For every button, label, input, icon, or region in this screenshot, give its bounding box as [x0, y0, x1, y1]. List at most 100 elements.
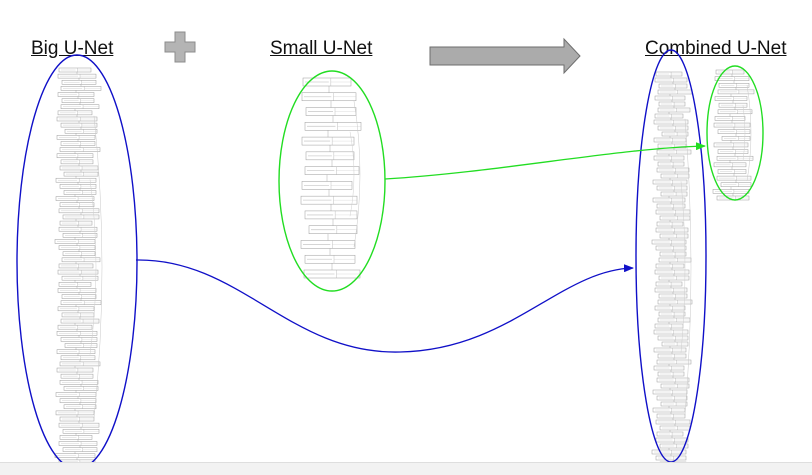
- graph-node: [654, 323, 684, 329]
- graph-node: [61, 312, 95, 318]
- graph-node: [655, 227, 689, 233]
- graph-node: [661, 131, 689, 137]
- graph-node: [656, 185, 688, 191]
- graph-node: [653, 119, 689, 125]
- graph-node: [658, 257, 692, 263]
- graph-node: [57, 110, 93, 116]
- graph-node: [713, 162, 747, 168]
- graph-node: [63, 386, 99, 391]
- graph-node: [715, 69, 745, 75]
- graph-node: [717, 109, 753, 115]
- graph-node: [657, 371, 685, 377]
- graph-node: [712, 189, 750, 194]
- graph-node: [57, 269, 99, 275]
- graph-node: [304, 166, 360, 175]
- graph-node: [652, 389, 688, 395]
- graph-node: [61, 275, 99, 281]
- graph-node: [60, 141, 96, 146]
- graph-node: [63, 190, 97, 195]
- graph-node: [300, 240, 356, 249]
- graph-node: [303, 269, 361, 279]
- small-unet-graph: [300, 77, 362, 279]
- graph-node: [652, 197, 686, 203]
- graph-node: [655, 281, 683, 287]
- graph-node: [655, 71, 683, 77]
- graph-node: [59, 361, 101, 367]
- combined-unet-big-part-graph: [651, 71, 693, 467]
- graph-node: [655, 263, 685, 269]
- graph-node: [62, 214, 100, 220]
- graph-node: [656, 395, 688, 401]
- graph-node: [656, 377, 690, 383]
- architecture-diagram: [16, 31, 764, 471]
- graph-node: [58, 441, 98, 446]
- graph-node: [59, 220, 93, 226]
- big-to-combined-arrow: [135, 259, 634, 353]
- graph-node: [656, 149, 692, 155]
- graph-node: [656, 413, 686, 419]
- graph-node: [60, 355, 96, 361]
- graph-node: [60, 104, 100, 109]
- graph-node: [655, 245, 687, 251]
- graph-node: [301, 181, 353, 190]
- graph-node: [718, 83, 750, 88]
- graph-node: [654, 269, 690, 275]
- big-arrow-right-icon: [429, 37, 581, 75]
- graph-node: [656, 221, 684, 227]
- graph-node: [658, 293, 688, 299]
- graph-node: [714, 116, 746, 121]
- graph-node: [59, 202, 95, 207]
- graph-node: [654, 113, 684, 119]
- graph-node: [655, 419, 691, 425]
- graph-node: [305, 151, 355, 161]
- graph-node: [660, 401, 688, 407]
- graph-node: [55, 196, 95, 201]
- graph-node: [716, 155, 754, 161]
- graph-node: [55, 392, 97, 397]
- graph-node: [59, 398, 97, 403]
- graph-node: [59, 165, 99, 171]
- graph-node: [654, 287, 688, 293]
- graph-node: [54, 239, 96, 244]
- graph-node: [302, 77, 352, 87]
- graph-node: [304, 122, 362, 131]
- graph-node: [61, 294, 97, 299]
- graph-node: [654, 77, 688, 83]
- graph-node: [64, 343, 98, 348]
- graph-node: [63, 171, 99, 177]
- graph-node: [718, 102, 748, 108]
- graph-node: [657, 353, 687, 359]
- graph-node: [301, 92, 357, 102]
- graph-node: [657, 89, 693, 95]
- graph-node: [56, 116, 98, 122]
- graph-node: [304, 254, 356, 264]
- graph-node: [655, 437, 689, 443]
- graph-node: [656, 203, 686, 209]
- graph-node: [61, 79, 97, 85]
- graph-node: [56, 153, 94, 158]
- graph-node: [58, 422, 100, 428]
- graph-node: [57, 73, 97, 79]
- graph-node: [59, 380, 99, 385]
- graph-node: [61, 98, 95, 103]
- graph-node: [300, 195, 358, 205]
- graph-node: [56, 349, 96, 354]
- graph-node: [64, 128, 98, 134]
- graph-node: [721, 136, 751, 141]
- graph-node: [717, 149, 749, 154]
- graph-node: [657, 317, 691, 323]
- plus-icon: [164, 31, 196, 63]
- graph-node: [717, 169, 747, 174]
- graph-node: [659, 233, 689, 239]
- graph-node: [652, 407, 686, 413]
- graph-node: [713, 142, 749, 148]
- graph-node: [55, 410, 95, 416]
- graph-node: [714, 96, 748, 101]
- graph-node: [62, 447, 98, 452]
- graph-node: [655, 209, 691, 215]
- graph-node: [57, 324, 93, 330]
- graph-node: [63, 404, 97, 410]
- graph-node: [56, 135, 96, 140]
- graph-node: [657, 107, 691, 113]
- combined-unet-small-part-graph: [712, 69, 755, 201]
